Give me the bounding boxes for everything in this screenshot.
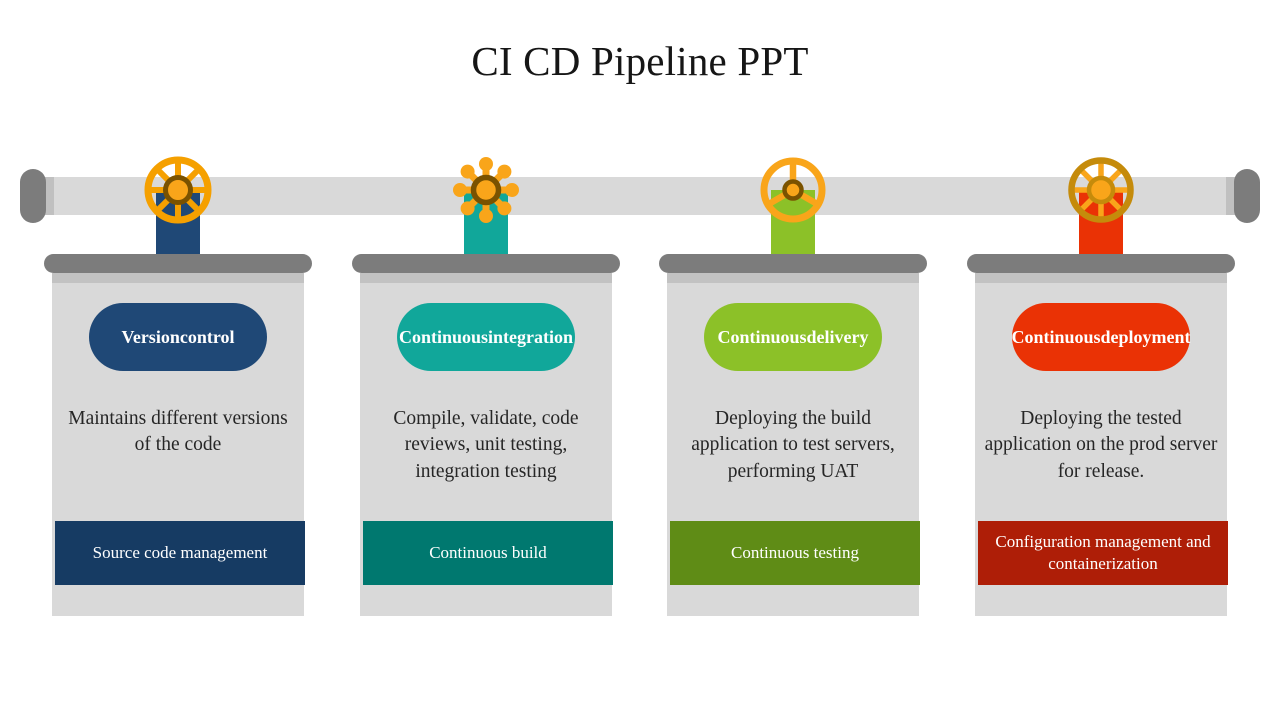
card-shoulder [975,273,1227,283]
stage-title-line2: control [179,326,235,347]
stage-footer-label: Continuous testing [670,521,920,585]
stage-title-line1: Continuous [1011,326,1101,347]
stage-title-line2: deployment [1100,326,1191,347]
stage-description: Deploying the build application to test … [691,408,895,482]
stage-title-pill[interactable]: Continuous deployment [1011,303,1191,371]
stage-card: Version control Maintains different vers… [44,254,312,616]
card-shoulder [667,273,919,283]
stage-title-pill[interactable]: Continuous delivery [704,303,882,371]
stage-card: Continuous integration Compile, validate… [352,254,620,616]
stage-column-continuous-integration[interactable]: Continuous integration Compile, validate… [352,0,620,720]
card-cap-bar [659,254,927,273]
stage-card: Continuous deployment Deploying the test… [967,254,1235,616]
stage-column-version-control[interactable]: Version control Maintains different vers… [44,0,312,720]
card-cap-bar [44,254,312,273]
card-cap-bar [352,254,620,273]
stage-title-pill[interactable]: Version control [89,303,267,371]
stage-title-line1: Continuous [717,326,807,347]
stage-description: Compile, validate, code reviews, unit te… [393,408,579,482]
stage-title-line1: Continuous [398,326,489,347]
stage-footer-label: Source code management [55,521,305,585]
dark-rim-wheel-valve-icon[interactable] [1067,156,1135,224]
card-shoulder [360,273,612,283]
stage-title-line2: delivery [806,326,869,347]
slide: CI CD Pipeline PPT Version control Maint… [0,0,1280,720]
stage-title-line1: Version [121,326,180,347]
stage-description: Maintains different versions of the code [68,408,288,456]
stage-card: Continuous delivery Deploying the build … [659,254,927,616]
spoked-valve-wheel-icon[interactable] [144,156,212,224]
stage-description: Deploying the tested application on the … [984,408,1218,482]
stage-footer-label: Continuous build [363,521,613,585]
stage-footer-label: Configuration management and containeriz… [978,521,1228,585]
card-shoulder [52,273,304,283]
stage-column-continuous-delivery[interactable]: Continuous delivery Deploying the build … [659,0,927,720]
stage-title-pill[interactable]: Continuous integration [397,303,575,371]
stage-column-continuous-deployment[interactable]: Continuous deployment Deploying the test… [967,0,1235,720]
knobbed-star-valve-icon[interactable] [452,156,520,224]
card-cap-bar [967,254,1235,273]
steering-wheel-valve-icon[interactable] [759,156,827,224]
stage-columns: Version control Maintains different vers… [0,0,1280,720]
stage-title-line2: integration [488,326,574,347]
